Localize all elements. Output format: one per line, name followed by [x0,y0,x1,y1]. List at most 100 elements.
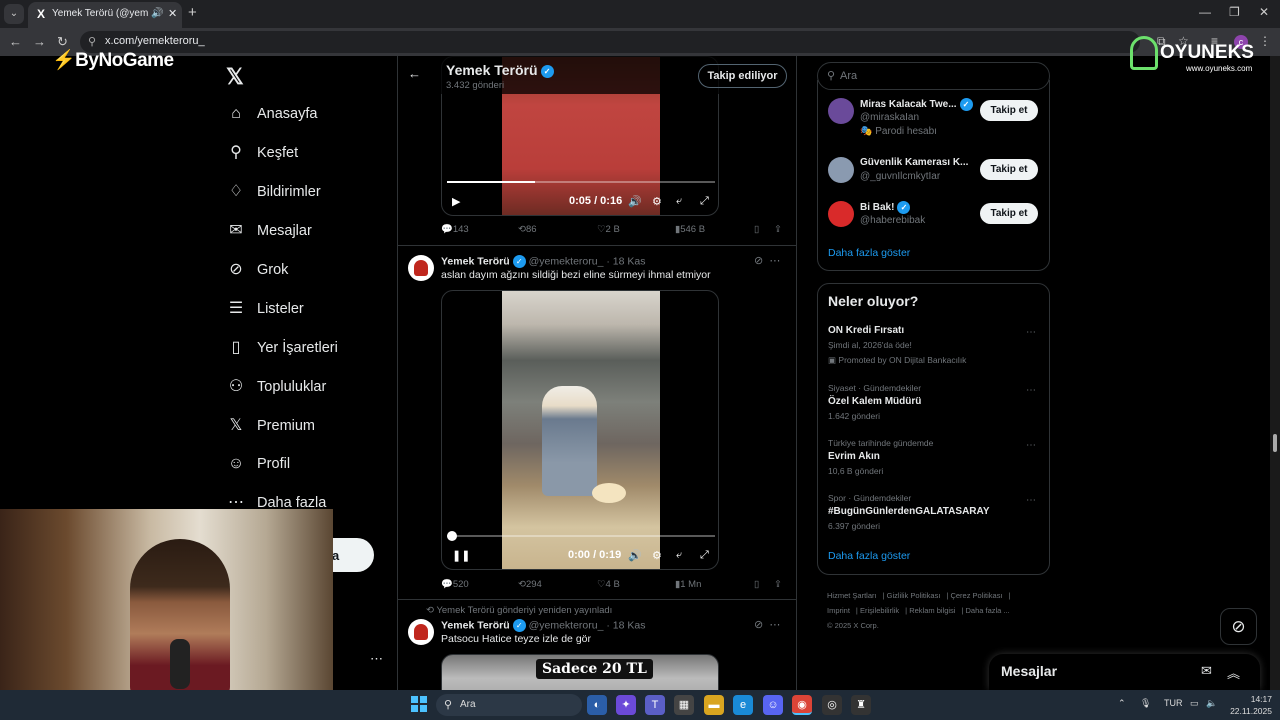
obs-icon[interactable]: ◎ [822,695,842,715]
trend-item[interactable]: Siyaset · Gündemdekiler Özel Kalem Müdür… [828,383,1040,427]
footer-link[interactable]: Erişilebilirlik [860,606,899,615]
back-icon[interactable]: ← [9,34,22,49]
trend-item[interactable]: Türkiye tarihinde gündemde Evrim Akın 10… [828,438,1040,482]
site-info-icon[interactable]: ⚲ [88,35,96,48]
trend-item[interactable]: Spor · Gündemdekiler #BugünGünlerdenGALA… [828,493,1040,537]
volume-tray-icon[interactable]: 🔈 [1206,698,1217,709]
edge-icon[interactable]: e [733,695,753,715]
x-logo-icon[interactable]: 𝕏 [226,64,244,90]
who-avatar[interactable] [828,157,854,183]
follow-button[interactable]: Takip et [980,203,1038,224]
expand-chevron-icon[interactable]: ︽ [1227,663,1240,682]
network-icon[interactable]: ▭ [1190,698,1199,709]
reply-button[interactable]: 💬 520 [441,579,469,590]
tweet-author-name[interactable]: Yemek Terörü [441,255,510,267]
page-scrollbar[interactable] [1270,56,1280,690]
views-button[interactable]: ▮ 546 B [675,224,705,235]
taskview-icon[interactable]: ◐ [587,695,607,715]
who-avatar[interactable] [828,201,854,227]
share-icon[interactable]: ⇪ [774,579,782,590]
follow-button[interactable]: Takip et [980,159,1038,180]
address-bar[interactable]: ⚲ x.com/yemekteroru_ [80,31,1140,53]
follow-button[interactable]: Takip et [980,100,1038,121]
pause-icon[interactable]: ❚❚ [452,549,470,562]
volume-icon[interactable]: 🔊 [628,195,642,208]
footer-link[interactable]: Gizlilik Politikası [887,591,941,600]
browser-tab[interactable]: X Yemek Terörü (@yemekteroru_) 🔊 ✕ [28,2,182,28]
file-explorer-icon[interactable]: ▬ [704,695,724,715]
bookmark-icon[interactable]: ▯ [754,579,759,590]
window-close-icon[interactable]: ✕ [1259,5,1269,19]
tweet-more-icon[interactable]: ⋯ [769,255,780,267]
bookmark-icon[interactable]: ▯ [754,224,759,235]
taskbar-clock[interactable]: 14:17 22.11.2025 [1228,693,1272,717]
tweet-avatar[interactable] [408,255,434,281]
minimize-icon[interactable]: — [1199,5,1211,19]
grok-floating-icon[interactable]: ⊘ [1220,608,1257,645]
grok-explain-icon[interactable]: ⊘ [754,255,763,267]
app-icon[interactable]: ♜ [851,695,871,715]
back-arrow-icon[interactable]: ← [408,66,421,81]
fullscreen-icon[interactable]: ⤢ [700,549,709,562]
footer-link[interactable]: Hizmet Şartları [827,591,877,600]
trend-more-icon[interactable]: ⋯ [1026,327,1036,338]
footer-link[interactable]: Reklam bilgisi [909,606,955,615]
new-tab-icon[interactable]: + [188,4,197,21]
trend-more-icon[interactable]: ⋯ [1026,385,1036,396]
show-more-link[interactable]: Daha fazla göster [828,247,910,259]
audio-playing-icon[interactable]: 🔊 [151,8,163,19]
video-player-3[interactable]: Sadece 20 TL [441,654,719,690]
who-to-follow-item[interactable]: Bi Bak! ✓ @haberebibak Takip et [828,201,1040,245]
tweet-date[interactable]: · 18 Kas [606,619,645,631]
video-progress-2[interactable] [447,531,715,541]
trends-show-more-link[interactable]: Daha fazla göster [828,550,910,562]
who-name[interactable]: Miras Kalacak Twe... ✓ [860,98,973,111]
microphone-tray-icon[interactable]: 🎙 [1140,698,1151,709]
tweet-author-name[interactable]: Yemek Terörü [441,619,510,631]
repost-button[interactable]: ⟲ 294 [518,579,542,590]
tweet-author-handle[interactable]: @yemekteroru_ [529,255,604,267]
scrollbar-thumb[interactable] [1273,434,1277,452]
footer-link[interactable]: Daha fazla ... [966,606,1010,615]
settings-gear-icon[interactable]: ⚙ [652,549,662,562]
share-icon[interactable]: ⇪ [774,224,782,235]
fullscreen-icon[interactable]: ⤢ [700,195,709,208]
tray-overflow-icon[interactable]: ⌃ [1118,698,1126,709]
views-button[interactable]: ▮ 1 Mn [675,579,701,590]
footer-link[interactable]: Çerez Politikası [950,591,1002,600]
trend-more-icon[interactable]: ⋯ [1026,440,1036,451]
tab-search-icon[interactable]: ⌄ [4,4,24,24]
restore-icon[interactable]: ❐ [1229,5,1240,19]
grok-explain-icon[interactable]: ⊘ [754,619,763,631]
copilot-icon[interactable]: ✦ [616,695,636,715]
who-avatar[interactable] [828,98,854,124]
tweet-author-handle[interactable]: @yemekteroru_ [529,619,604,631]
messages-drawer[interactable]: Mesajlar ✉ ︽ [989,654,1260,690]
dock-video-icon[interactable]: ⤶ [676,549,682,562]
who-name[interactable]: Güvenlik Kamerası K... [860,157,968,168]
store-icon[interactable]: ▦ [674,695,694,715]
who-to-follow-item[interactable]: Güvenlik Kamerası K... @_guvnIlcmkytIar … [828,157,1040,201]
dock-video-icon[interactable]: ⤶ [676,195,682,208]
discord-icon[interactable]: ☺ [763,695,783,715]
like-button[interactable]: ♡ 4 B [597,579,620,590]
tweet-date[interactable]: · 18 Kas [606,255,645,267]
tweet-more-icon[interactable]: ⋯ [769,619,780,631]
trend-item[interactable]: ON Kredi Fırsatı Şimdi al, 2026'da öde! … [828,325,1040,369]
chrome-menu-icon[interactable]: ⋮ [1259,34,1271,48]
settings-gear-icon[interactable]: ⚙ [652,195,662,208]
play-icon[interactable]: ▶ [452,195,460,208]
tab-close-icon[interactable]: ✕ [168,7,177,20]
forward-icon[interactable]: → [33,34,46,49]
new-message-icon[interactable]: ✉ [1201,663,1212,679]
like-button[interactable]: ♡ 2 B [597,224,620,235]
language-indicator[interactable]: TUR [1164,698,1183,708]
trend-more-icon[interactable]: ⋯ [1026,495,1036,506]
chrome-icon[interactable]: ◉ [792,695,812,715]
tweet-avatar[interactable] [408,619,434,645]
video-player-2[interactable]: ❚❚ 0:00 / 0:19 🔊 ⚙ ⤶ ⤢ [441,290,719,570]
who-name[interactable]: Bi Bak! ✓ [860,201,911,214]
windows-start-icon[interactable] [411,696,427,712]
account-menu-icon[interactable]: ⋯ [370,651,383,667]
video-scrub-handle[interactable] [447,531,457,541]
